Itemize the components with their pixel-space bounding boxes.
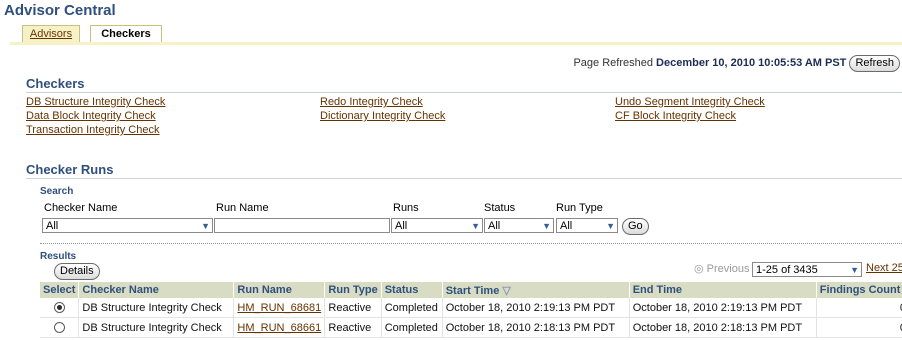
cell-findings-count: 0 [816,298,902,318]
run-name-input[interactable] [214,218,390,233]
search-heading: Search [40,186,74,197]
checker-link-cf-block[interactable]: CF Block Integrity Check [615,110,736,122]
results-range-value: 1-25 of 3435 [756,264,818,276]
page-refresh-info: Page Refreshed December 10, 2010 10:05:5… [573,55,900,72]
cell-start-time: October 18, 2010 2:19:13 PM PDT [442,298,630,318]
col-select: Select [40,282,80,298]
chevron-down-icon: ▼ [201,221,210,231]
pager-previous[interactable]: ◎ Previous [694,262,749,275]
next-25-link[interactable]: Next 25 [866,262,902,274]
chevron-down-icon: ▼ [606,221,615,231]
checker-name-select-value: All [46,220,59,232]
tab-advisors[interactable]: Advisors [22,25,80,42]
previous-icon: ◎ [694,263,704,275]
runs-select-value: All [395,220,408,232]
cell-run-type: Reactive [324,317,382,338]
checker-link-transaction[interactable]: Transaction Integrity Check [26,124,159,136]
cell-checker-name: DB Structure Integrity Check [78,298,235,318]
tab-strip [10,42,902,45]
checker-link-dictionary[interactable]: Dictionary Integrity Check [320,110,445,122]
cell-start-time: October 18, 2010 2:18:13 PM PDT [442,317,630,338]
row-select-cell [40,298,80,318]
cell-status: Completed [381,298,443,318]
refresh-button[interactable]: Refresh [849,55,900,72]
col-status[interactable]: Status [381,282,443,298]
results-table: Select Checker Name Run Name Run Type St… [40,282,902,338]
run-name-link[interactable]: HM_RUN_68681 [237,302,321,314]
status-label: Status [484,202,516,214]
row-radio[interactable] [53,322,65,334]
previous-label: Previous [706,263,750,275]
row-select-cell [40,317,80,338]
table-row: DB Structure Integrity Check HM_RUN_6866… [40,317,902,338]
results-range-select[interactable]: 1-25 of 3435 ▼ [752,262,862,277]
cell-end-time: October 18, 2010 2:18:13 PM PDT [629,317,817,338]
col-start-time[interactable]: Start Time ▽ [442,282,630,298]
refresh-prefix: Page Refreshed [573,57,653,69]
checker-runs-divider [26,178,902,179]
chevron-down-icon: ▼ [850,265,859,275]
row-radio[interactable] [53,302,65,314]
cell-status: Completed [381,317,443,338]
col-checker-name[interactable]: Checker Name [78,282,235,298]
col-end-time[interactable]: End Time [629,282,817,298]
cell-run-name: HM_RUN_68681 [233,298,326,318]
checker-name-select[interactable]: All ▼ [42,218,213,233]
checker-link-undo-segment[interactable]: Undo Segment Integrity Check [615,96,765,108]
col-start-time-label: Start Time [445,284,500,297]
status-select[interactable]: All ▼ [484,218,554,233]
run-type-label: Run Type [556,202,603,214]
chevron-down-icon: ▼ [471,221,480,231]
run-type-select[interactable]: All ▼ [556,218,618,233]
run-name-label: Run Name [216,202,269,214]
checker-link-data-block[interactable]: Data Block Integrity Check [26,110,156,122]
app-title: Advisor Central [4,2,116,19]
results-heading: Results [40,251,77,262]
checker-link-db-structure[interactable]: DB Structure Integrity Check [26,96,165,108]
table-row: DB Structure Integrity Check HM_RUN_6868… [40,298,902,318]
details-button[interactable]: Details [54,263,100,280]
tab-checkers[interactable]: Checkers [90,25,162,43]
chevron-down-icon: ▼ [542,221,551,231]
cell-end-time: October 18, 2010 2:19:13 PM PDT [629,298,817,318]
checkers-heading: Checkers [26,76,85,91]
col-findings-count[interactable]: Findings Count [816,282,902,298]
tab-bar: Advisors Checkers [10,24,902,43]
status-select-value: All [488,220,501,232]
cell-findings-count: 0 [816,317,902,338]
col-run-name[interactable]: Run Name [233,282,326,298]
go-button[interactable]: Go [622,218,649,235]
cell-run-type: Reactive [324,298,382,318]
cell-run-name: HM_RUN_68661 [233,317,326,338]
results-header-row: Select Checker Name Run Name Run Type St… [40,282,902,298]
checker-name-label: Checker Name [44,202,118,214]
runs-select[interactable]: All ▼ [391,218,483,233]
refresh-timestamp: December 10, 2010 10:05:53 AM PST [656,57,847,69]
sort-desc-icon: ▽ [502,284,511,297]
checker-runs-heading: Checker Runs [26,162,114,177]
checker-link-redo[interactable]: Redo Integrity Check [320,96,423,108]
run-type-select-value: All [560,220,573,232]
search-divider [40,243,902,244]
col-run-type[interactable]: Run Type [324,282,382,298]
run-name-link[interactable]: HM_RUN_68661 [237,322,321,334]
cell-checker-name: DB Structure Integrity Check [78,317,235,338]
checkers-divider [26,92,902,93]
runs-label: Runs [393,202,419,214]
